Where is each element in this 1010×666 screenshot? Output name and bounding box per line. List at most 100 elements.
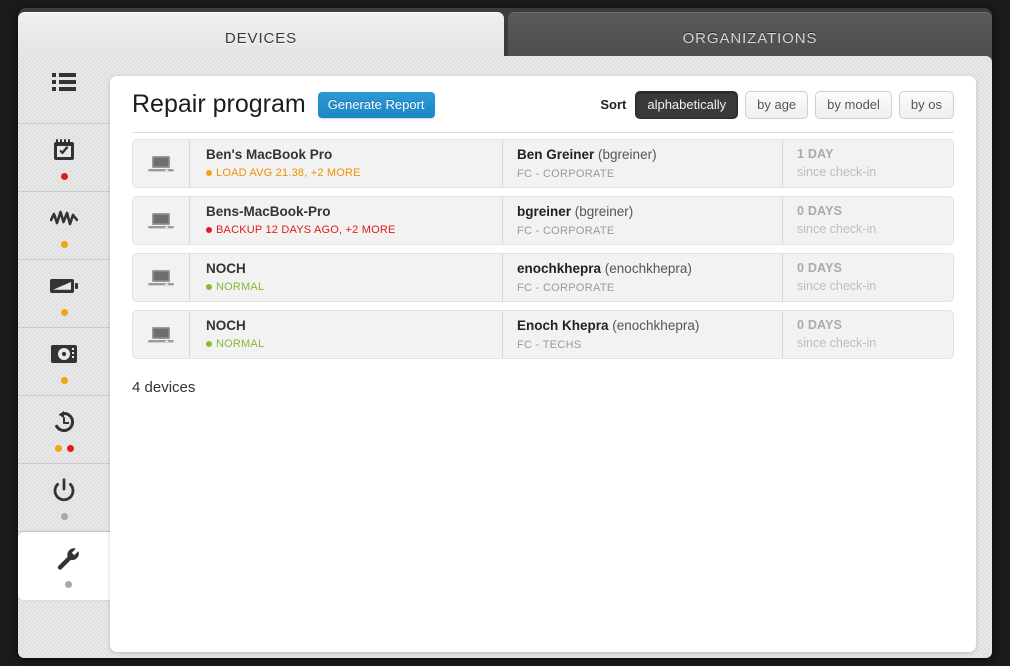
- device-info-cell: NOCH NORMAL: [189, 254, 502, 301]
- device-checkin-cell: 1 DAY since check-in: [782, 140, 953, 187]
- user-organization: FC - CORPORATE: [517, 167, 615, 180]
- device-count: 4 devices: [132, 379, 196, 396]
- user-organization: FC - TECHS: [517, 338, 582, 351]
- sidebar-dots-tasks: [60, 172, 68, 180]
- clock-history-icon: [49, 407, 79, 437]
- checkin-value: 0 DAYS: [797, 261, 843, 275]
- sidebar-item-battery[interactable]: [18, 260, 110, 328]
- user-organization: FC - CORPORATE: [517, 224, 615, 237]
- user-organization: FC - CORPORATE: [517, 281, 615, 294]
- app-body: Repair program Generate Report Sort alph…: [18, 56, 992, 658]
- user-handle: (enochkhepra): [604, 261, 692, 276]
- sidebar-rail: [18, 56, 118, 658]
- device-status-text: NORMAL: [216, 337, 265, 350]
- device-status-text: BACKUP 12 DAYS AGO, +2 MORE: [216, 223, 396, 236]
- laptop-icon: [133, 140, 189, 187]
- user-name: bgreiner (bgreiner): [517, 204, 782, 221]
- title-group: Repair program Generate Report: [132, 90, 435, 118]
- user-handle: (enochkhepra): [612, 318, 700, 333]
- user-name: enochkhepra (enochkhepra): [517, 261, 782, 278]
- device-status: BACKUP 12 DAYS AGO, +2 MORE: [206, 224, 502, 236]
- status-dot-icon: [206, 283, 212, 290]
- page-title: Repair program: [132, 90, 306, 118]
- status-dot-icon: [206, 169, 212, 176]
- device-row[interactable]: Ben's MacBook Pro LOAD AVG 21.38, +2 MORE…: [132, 139, 954, 188]
- status-dot-icon: [206, 226, 212, 233]
- sidebar-item-list[interactable]: [18, 56, 110, 124]
- device-user-cell: enochkhepra (enochkhepra) FC - CORPORATE: [502, 254, 782, 301]
- sidebar-item-repair[interactable]: [18, 532, 118, 600]
- sort-label: Sort: [600, 97, 627, 112]
- device-user-cell: Enoch Khepra (enochkhepra) FC - TECHS: [502, 311, 782, 358]
- checkin-value: 0 DAYS: [797, 318, 843, 332]
- desktop-background: DEVICES ORGANIZATIONS Repair program Gen…: [0, 0, 1010, 666]
- device-status: NORMAL: [206, 281, 502, 293]
- device-name: Ben's MacBook Pro: [206, 147, 333, 162]
- tab-organizations-label: ORGANIZATIONS: [682, 29, 818, 47]
- device-row[interactable]: Bens-MacBook-Pro BACKUP 12 DAYS AGO, +2 M…: [132, 196, 954, 245]
- sidebar-dots-battery: [60, 308, 68, 316]
- device-checkin-cell: 0 DAYS since check-in: [782, 197, 953, 244]
- user-handle: (bgreiner): [574, 204, 634, 219]
- content-header: Repair program Generate Report Sort alph…: [110, 76, 976, 133]
- device-status-text: NORMAL: [216, 280, 265, 293]
- laptop-icon: [133, 197, 189, 244]
- device-user-cell: Ben Greiner (bgreiner) FC - CORPORATE: [502, 140, 782, 187]
- sidebar-dots-repair: [64, 581, 72, 589]
- device-info-cell: Ben's MacBook Pro LOAD AVG 21.38, +2 MORE: [189, 140, 502, 187]
- sidebar-item-power[interactable]: [18, 464, 110, 532]
- checkin-label: since check-in: [797, 278, 877, 293]
- sort-by-age-button[interactable]: by age: [745, 90, 809, 119]
- checklist-calendar-icon: [49, 135, 79, 165]
- tab-devices-label: DEVICES: [224, 29, 298, 47]
- device-row[interactable]: NOCH NORMAL enochkhepra (enochkhepra) FC - …: [132, 253, 954, 302]
- device-user-cell: bgreiner (bgreiner) FC - CORPORATE: [502, 197, 782, 244]
- device-info-cell: NOCH NORMAL: [189, 311, 502, 358]
- laptop-icon: [133, 311, 189, 358]
- device-name: NOCH: [206, 318, 246, 333]
- user-name: Enoch Khepra (enochkhepra): [517, 318, 782, 335]
- sidebar-item-storage[interactable]: [18, 328, 110, 396]
- user-fullname: Enoch Khepra: [517, 318, 609, 333]
- application-window: DEVICES ORGANIZATIONS Repair program Gen…: [18, 8, 992, 658]
- hard-drive-icon: [49, 339, 79, 369]
- device-list: Ben's MacBook Pro LOAD AVG 21.38, +2 MORE…: [110, 133, 976, 359]
- laptop-icon: [133, 254, 189, 301]
- activity-pulse-icon: [49, 203, 79, 233]
- device-status: NORMAL: [206, 338, 502, 350]
- sidebar-dots-history: [54, 444, 74, 452]
- battery-icon: [49, 271, 79, 301]
- device-status: LOAD AVG 21.38, +2 MORE: [206, 167, 502, 179]
- wrench-icon: [53, 544, 83, 574]
- device-name: NOCH: [206, 261, 246, 276]
- sidebar-dots-activity: [60, 240, 68, 248]
- sort-alphabetically-button[interactable]: alphabetically: [635, 90, 739, 119]
- device-checkin-cell: 0 DAYS since check-in: [782, 254, 953, 301]
- checkin-label: since check-in: [797, 221, 877, 236]
- header-divider: [132, 132, 954, 133]
- checkin-label: since check-in: [797, 335, 877, 350]
- checkin-label: since check-in: [797, 164, 877, 179]
- checkin-value: 1 DAY: [797, 147, 834, 161]
- user-fullname: enochkhepra: [517, 261, 602, 276]
- sidebar-dots-storage: [60, 376, 68, 384]
- sidebar-item-activity[interactable]: [18, 192, 110, 260]
- sidebar-dots-power: [60, 512, 68, 520]
- sidebar-item-tasks[interactable]: [18, 124, 110, 192]
- device-checkin-cell: 0 DAYS since check-in: [782, 311, 953, 358]
- device-name: Bens-MacBook-Pro: [206, 204, 331, 219]
- status-dot-icon: [206, 340, 212, 347]
- sort-by-model-button[interactable]: by model: [815, 90, 892, 119]
- user-name: Ben Greiner (bgreiner): [517, 147, 782, 164]
- device-info-cell: Bens-MacBook-Pro BACKUP 12 DAYS AGO, +2 M…: [189, 197, 502, 244]
- sort-by-os-button[interactable]: by os: [898, 90, 954, 119]
- content-panel: Repair program Generate Report Sort alph…: [110, 76, 976, 652]
- user-handle: (bgreiner): [598, 147, 657, 162]
- user-fullname: bgreiner: [517, 204, 572, 219]
- device-row[interactable]: NOCH NORMAL Enoch Khepra (enochkhepra) FC -…: [132, 310, 954, 359]
- sort-controls: Sort alphabetically by age by model by o…: [600, 90, 954, 119]
- generate-report-button[interactable]: Generate Report: [317, 91, 435, 118]
- checkin-value: 0 DAYS: [797, 204, 843, 218]
- sidebar-item-history[interactable]: [18, 396, 110, 464]
- list-icon: [49, 67, 79, 97]
